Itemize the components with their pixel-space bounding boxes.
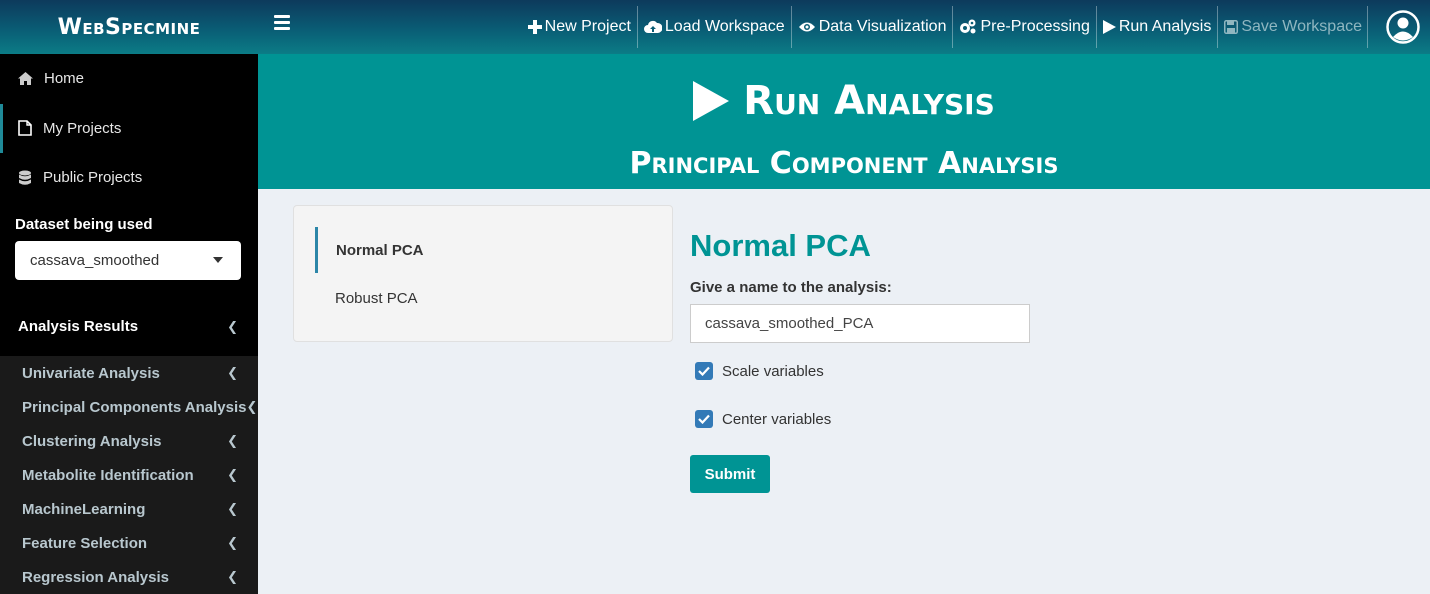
- analysis-results-label: Analysis Results: [18, 318, 139, 335]
- file-icon: [18, 120, 32, 137]
- chevron-left-icon: ❮: [227, 467, 238, 482]
- pre-processing-label: Pre-Processing: [980, 18, 1090, 35]
- menu-item-label: Principal Components Analysis: [22, 398, 247, 416]
- app-logo[interactable]: WebSpecmine: [0, 0, 258, 54]
- analysis-name-label: Give a name to the analysis:: [690, 279, 892, 296]
- save-icon: [1224, 20, 1239, 34]
- database-icon: [19, 170, 31, 185]
- save-workspace-label: Save Workspace: [1241, 18, 1362, 35]
- menu-item-regression-analysis[interactable]: Regression Analysis ❮: [0, 560, 258, 594]
- dataset-label: Dataset being used: [15, 215, 153, 233]
- menu-item-label: Univariate Analysis: [22, 364, 160, 382]
- new-project-button[interactable]: New Project: [522, 6, 637, 48]
- play-icon: [693, 81, 730, 121]
- menu-item-feature-selection[interactable]: Feature Selection ❮: [0, 526, 258, 560]
- menu-item-machine-learning[interactable]: MachineLearning ❮: [0, 492, 258, 526]
- data-visualization-button[interactable]: Data Visualization: [790, 6, 953, 48]
- chevron-left-icon: ❮: [227, 569, 238, 584]
- sidebar-toggle-icon[interactable]: [274, 15, 290, 31]
- sidebar-item-my-projects[interactable]: My Projects: [0, 103, 258, 153]
- center-variables-checkbox[interactable]: [695, 410, 713, 428]
- chevron-left-icon: ❮: [227, 535, 238, 550]
- menu-item-label: Clustering Analysis: [22, 432, 162, 450]
- chevron-left-icon: ❮: [227, 433, 238, 448]
- page-subtitle: Principal Component Analysis: [629, 146, 1059, 181]
- menu-divider: [1367, 6, 1368, 48]
- pca-form: Normal PCA Give a name to the analysis: …: [690, 228, 1030, 493]
- scale-variables-label: Scale variables: [722, 362, 824, 380]
- dataset-select[interactable]: cassava_smoothed: [15, 240, 241, 280]
- home-icon: [18, 72, 33, 86]
- menu-item-univariate-analysis[interactable]: Univariate Analysis ❮: [0, 356, 258, 390]
- sidebar-item-label: Home: [44, 70, 85, 88]
- chevron-left-icon: ❮: [227, 318, 238, 334]
- sidebar-item-public-projects[interactable]: Public Projects: [0, 153, 258, 203]
- submit-button[interactable]: Submit: [690, 455, 770, 493]
- analysis-results-toggle[interactable]: Analysis Results ❮: [0, 307, 258, 347]
- page-title-text: Run Analysis: [743, 78, 995, 124]
- chevron-left-icon: ❮: [227, 501, 238, 516]
- sidebar-item-label: My Projects: [43, 119, 122, 137]
- analysis-name-input[interactable]: [690, 304, 1030, 343]
- new-project-label: New Project: [544, 18, 631, 35]
- plus-icon: [527, 20, 542, 34]
- sidebar-item-home[interactable]: Home: [0, 54, 258, 104]
- load-workspace-button[interactable]: Load Workspace: [636, 6, 791, 48]
- menu-item-label: Feature Selection: [22, 534, 148, 552]
- cloud-upload-icon: [643, 20, 662, 33]
- tab-normal-pca[interactable]: Normal PCA: [315, 227, 424, 273]
- run-analysis-button[interactable]: Run Analysis: [1095, 6, 1218, 48]
- run-analysis-label: Run Analysis: [1118, 18, 1212, 35]
- sidebar: Home My Projects Public Projects Dataset…: [0, 54, 258, 594]
- eye-icon: [798, 22, 815, 32]
- top-menu: New Project Load Workspace Data Visualiz…: [522, 6, 1368, 54]
- center-variables-label: Center variables: [722, 410, 832, 428]
- scale-variables-checkbox[interactable]: [695, 362, 713, 380]
- sidebar-item-label: Public Projects: [43, 169, 143, 187]
- menu-item-clustering-analysis[interactable]: Clustering Analysis ❮: [0, 424, 258, 458]
- chevron-left-icon: ❮: [246, 399, 258, 414]
- pca-type-tabs: Normal PCA Robust PCA: [293, 205, 673, 342]
- user-account-icon[interactable]: [1386, 10, 1420, 44]
- page-title: Run Analysis: [258, 78, 1430, 124]
- menu-item-principal-components-analysis[interactable]: Principal Components Analysis ❮: [0, 390, 258, 424]
- chevron-left-icon: ❮: [227, 365, 238, 380]
- gears-icon: [960, 19, 976, 34]
- checkmark-icon: [698, 366, 710, 376]
- menu-item-label: Metabolite Identification: [22, 466, 194, 484]
- play-icon: [1102, 20, 1116, 34]
- menu-item-label: MachineLearning: [22, 500, 146, 518]
- top-navbar: WebSpecmine New Project Load Workspace D…: [0, 0, 1430, 54]
- load-workspace-label: Load Workspace: [664, 18, 785, 35]
- scale-variables-checkbox-row[interactable]: Scale variables: [695, 362, 824, 380]
- dataset-selected-value: cassava_smoothed: [30, 251, 160, 269]
- menu-item-metabolite-identification[interactable]: Metabolite Identification ❮: [0, 458, 258, 492]
- save-workspace-button[interactable]: Save Workspace: [1217, 6, 1368, 48]
- data-visualization-label: Data Visualization: [818, 18, 947, 35]
- pre-processing-button[interactable]: Pre-Processing: [952, 6, 1095, 48]
- center-variables-checkbox-row[interactable]: Center variables: [695, 410, 831, 428]
- menu-item-label: Regression Analysis: [22, 568, 170, 586]
- page-header: Run Analysis Principal Component Analysi…: [258, 54, 1430, 189]
- analysis-results-menu: Univariate Analysis ❮ Principal Component…: [0, 356, 258, 594]
- form-heading: Normal PCA: [690, 228, 871, 263]
- caret-down-icon: [213, 257, 223, 263]
- tab-robust-pca[interactable]: Robust PCA: [315, 275, 418, 321]
- checkmark-icon: [698, 414, 710, 424]
